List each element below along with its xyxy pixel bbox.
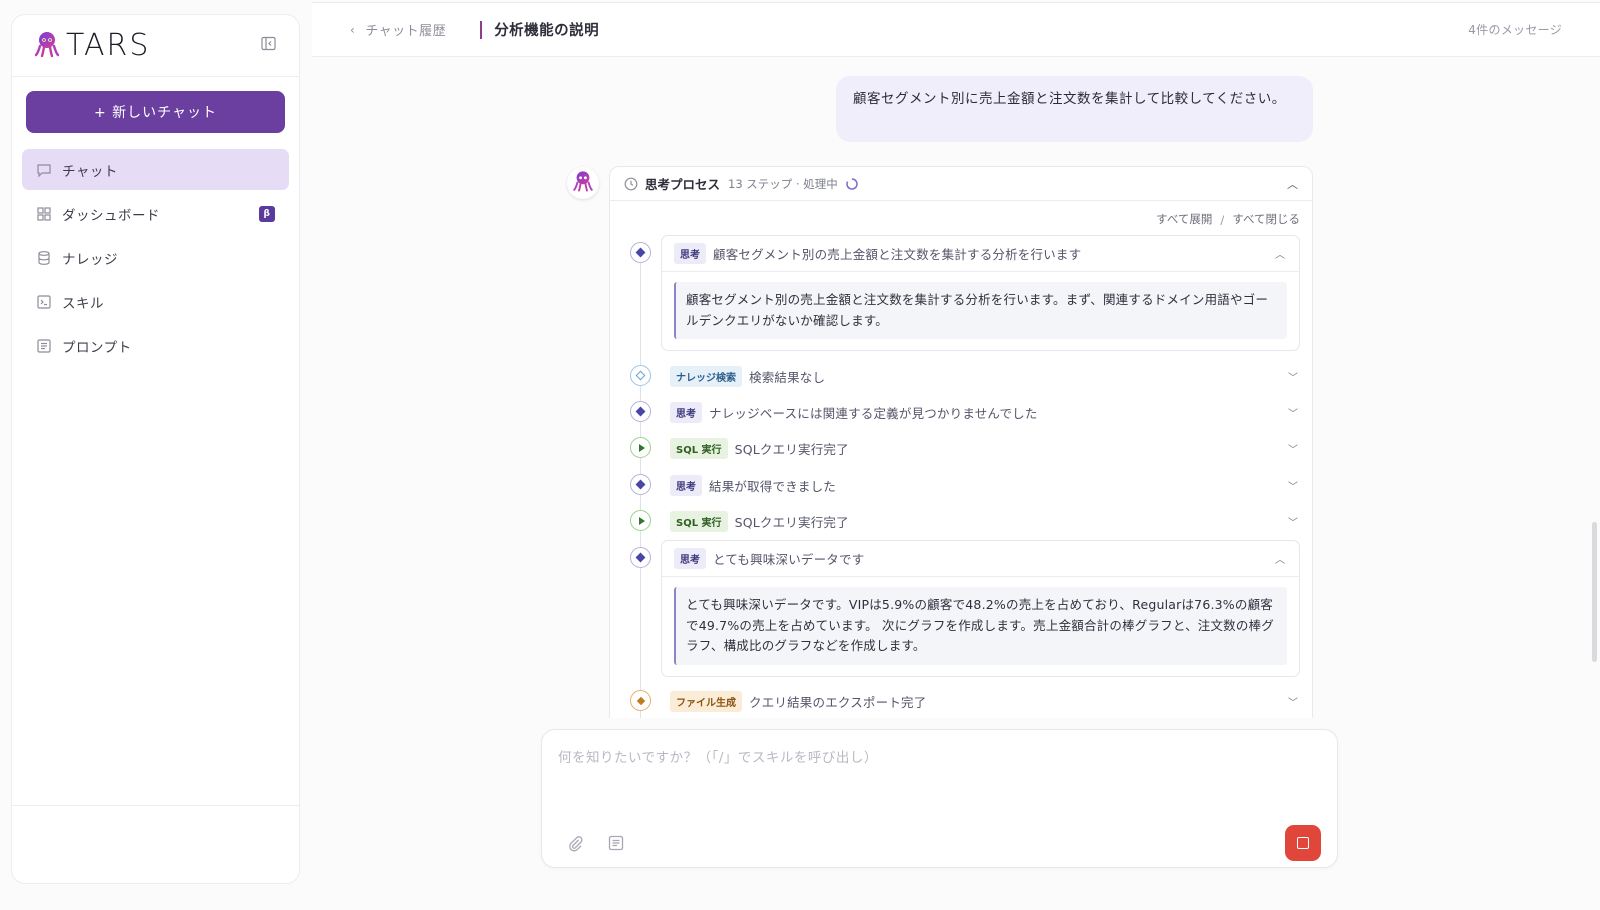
logo[interactable]: TARS xyxy=(32,28,150,63)
brand-bar: TARS xyxy=(12,15,299,77)
sidebar-collapse-icon xyxy=(260,36,276,55)
step-header[interactable]: 思考 とても興味深いデータです ︿ xyxy=(662,541,1299,577)
title-divider xyxy=(480,20,483,39)
collapse-all-button[interactable]: すべて閉じる xyxy=(1232,211,1300,227)
octopus-logo-icon xyxy=(32,29,62,63)
expand-separator: / xyxy=(1220,213,1225,227)
sidebar-nav: チャット ダッシュボード β ナレッジ スキル プロンプト xyxy=(12,149,299,366)
chevron-left-icon: ‹ xyxy=(350,22,356,37)
back-to-history-link[interactable]: ‹ チャット履歴 xyxy=(350,20,447,40)
assistant-avatar xyxy=(567,167,599,199)
thinking-process-panel: 思考プロセス 13 ステップ · 処理中 ︿ すべて展開 / すべて閉じる 思考… xyxy=(609,166,1313,718)
sidebar-item-dashboard[interactable]: ダッシュボード β xyxy=(22,193,289,234)
step-tag: 思考 xyxy=(674,243,706,264)
new-chat-button[interactable]: + 新しいチャット xyxy=(26,91,285,133)
prompt-template-icon[interactable] xyxy=(607,834,625,852)
sidebar-item-prompts[interactable]: プロンプト xyxy=(22,325,289,366)
chevron-down-icon: ﹀ xyxy=(1288,517,1298,529)
logo-wordmark: TARS xyxy=(66,28,151,63)
collapse-sidebar-button[interactable] xyxy=(257,35,279,57)
sidebar-item-label: プロンプト xyxy=(62,339,132,356)
clock-icon xyxy=(624,177,638,191)
step-row-think[interactable]: 思考 ナレッジベースには関連する定義が見つかりませんでした ﹀ xyxy=(661,399,1300,425)
step-label: 顧客セグメント別の売上金額と注文数を集計する分析を行います xyxy=(713,247,1082,262)
step-tag: SQL 実行 xyxy=(670,437,728,459)
step-card-think: 思考 とても興味深いデータです ︿ とても興味深いデータです。VIPは5.9%の… xyxy=(661,540,1300,677)
sql-step-icon xyxy=(630,510,651,531)
step-card-think: 思考 顧客セグメント別の売上金額と注文数を集計する分析を行います ︿ 顧客セグメ… xyxy=(661,235,1300,351)
step-detail: 顧客セグメント別の売上金額と注文数を集計する分析を行います。まず、関連するドメイ… xyxy=(674,282,1287,339)
think-step-icon xyxy=(630,242,651,263)
sidebar-item-label: ナレッジ xyxy=(62,251,118,268)
step-tag: 思考 xyxy=(670,474,702,496)
chevron-down-icon: ﹀ xyxy=(1288,697,1298,709)
file-step-icon xyxy=(630,690,651,711)
sql-step-icon xyxy=(630,437,651,458)
step-tag: 思考 xyxy=(670,401,702,423)
step-label: ナレッジベースには関連する定義が見つかりませんでした xyxy=(709,405,1038,421)
database-icon xyxy=(36,250,52,266)
loading-spinner-icon xyxy=(846,177,858,190)
sidebar-item-label: チャット xyxy=(62,163,118,180)
stop-icon xyxy=(1297,837,1309,849)
expand-controls: すべて展開 / すべて閉じる xyxy=(610,201,1312,227)
step-label: クエリ結果のエクスポート完了 xyxy=(749,694,927,710)
thinking-process-title: 思考プロセス xyxy=(645,177,721,192)
chevron-down-icon: ﹀ xyxy=(1288,481,1298,493)
chevron-up-icon: ︿ xyxy=(1275,250,1285,261)
message-input[interactable] xyxy=(558,746,1318,816)
step-row-file[interactable]: ファイル生成 クエリ結果のエクスポート完了 ﹀ xyxy=(661,688,1300,714)
step-row-knowledge[interactable]: ナレッジ検索 検索結果なし ﹀ xyxy=(661,363,1300,389)
sidebar-item-chat[interactable]: チャット xyxy=(22,149,289,190)
back-label: チャット履歴 xyxy=(365,24,447,39)
octopus-avatar-icon xyxy=(571,169,595,197)
message-count: 4件のメッセージ xyxy=(1468,23,1562,37)
sidebar: TARS + 新しいチャット チャット ダッシュボード β ナレッジ スキル プ… xyxy=(11,14,300,884)
terminal-icon xyxy=(36,294,52,310)
dashboard-icon xyxy=(36,206,52,222)
step-row-sql[interactable]: SQL 実行 SQLクエリ実行完了 ﹀ xyxy=(661,435,1300,461)
thinking-process-header[interactable]: 思考プロセス 13 ステップ · 処理中 ︿ xyxy=(610,167,1312,201)
chevron-up-icon[interactable]: ︿ xyxy=(1287,176,1298,192)
step-header[interactable]: 思考 顧客セグメント別の売上金額と注文数を集計する分析を行います ︿ xyxy=(662,236,1299,272)
step-detail: とても興味深いデータです。VIPは5.9%の顧客で48.2%の売上を占めており、… xyxy=(674,587,1287,665)
step-label: SQLクエリ実行完了 xyxy=(734,514,849,530)
chat-area: 顧客セグメント別に売上金額と注文数を集計して比較してください。 思考プロセス 1… xyxy=(312,58,1558,718)
thinking-process-meta: 13 ステップ · 処理中 xyxy=(728,176,838,191)
knowledge-step-icon xyxy=(630,365,651,386)
step-label: SQLクエリ実行完了 xyxy=(734,441,849,457)
sidebar-item-skills[interactable]: スキル xyxy=(22,281,289,322)
scrollbar[interactable] xyxy=(1592,522,1597,662)
sidebar-item-label: スキル xyxy=(62,295,104,312)
chevron-up-icon: ︿ xyxy=(1275,555,1285,566)
step-row-think[interactable]: 思考 結果が取得できました ﹀ xyxy=(661,472,1300,498)
message-composer xyxy=(541,729,1338,868)
page-title: 分析機能の説明 xyxy=(494,23,600,39)
step-label: 検索結果なし xyxy=(749,369,826,385)
stop-generation-button[interactable] xyxy=(1285,825,1321,861)
chevron-down-icon: ﹀ xyxy=(1288,444,1298,456)
chat-icon xyxy=(36,162,52,178)
think-step-icon xyxy=(630,474,651,495)
chat-header: ‹ チャット履歴 分析機能の説明 4件のメッセージ xyxy=(312,3,1600,57)
user-message-bubble: 顧客セグメント別に売上金額と注文数を集計して比較してください。 xyxy=(836,76,1313,142)
sidebar-footer xyxy=(12,805,299,883)
sidebar-item-knowledge[interactable]: ナレッジ xyxy=(22,237,289,278)
think-step-icon xyxy=(630,401,651,422)
step-row-sql[interactable]: SQL 実行 SQLクエリ実行完了 ﹀ xyxy=(661,508,1300,534)
step-tag: SQL 実行 xyxy=(670,510,728,532)
step-tag: 思考 xyxy=(674,548,706,569)
chevron-down-icon: ﹀ xyxy=(1288,408,1298,420)
step-label: 結果が取得できました xyxy=(709,478,837,494)
expand-all-button[interactable]: すべて展開 xyxy=(1156,211,1212,227)
beta-badge: β xyxy=(259,205,275,222)
step-label: とても興味深いデータです xyxy=(713,552,865,567)
chevron-down-icon: ﹀ xyxy=(1288,372,1298,384)
paperclip-icon[interactable] xyxy=(566,834,584,852)
sidebar-item-label: ダッシュボード xyxy=(62,207,160,224)
think-step-icon xyxy=(630,547,651,568)
step-tag: ファイル生成 xyxy=(670,690,742,712)
prompt-icon xyxy=(36,338,52,354)
step-tag: ナレッジ検索 xyxy=(670,365,742,387)
